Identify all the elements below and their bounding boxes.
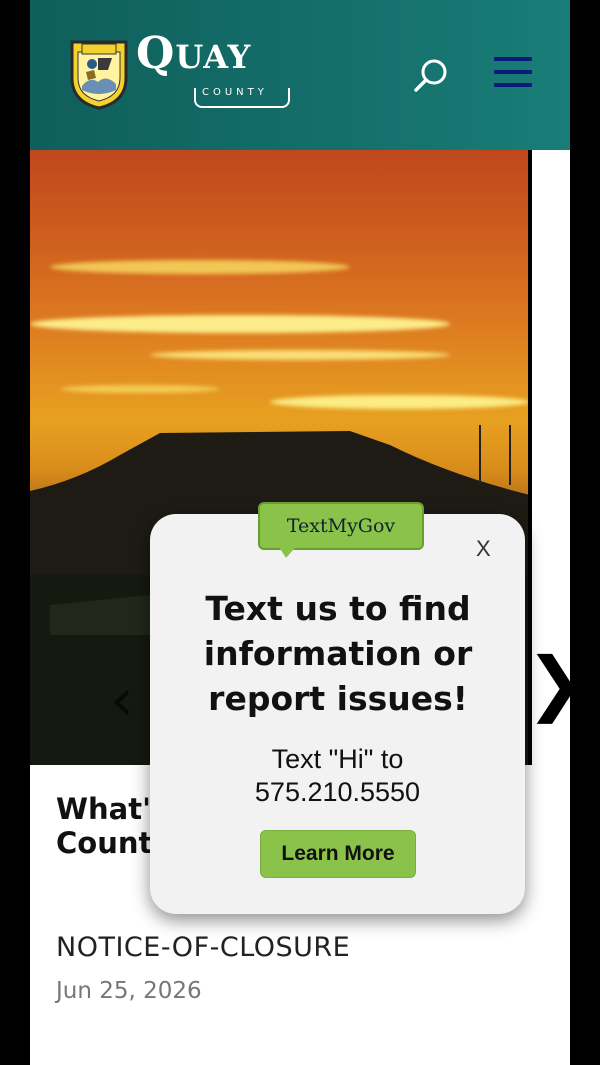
site-header: QUAY COUNTY [30, 0, 570, 150]
slider-prev-arrow[interactable]: ‹ [110, 670, 134, 730]
hamburger-menu-icon [494, 70, 532, 74]
popup-instruction: Text "Hi" to [271, 744, 404, 774]
speech-bubble-tail-icon [276, 542, 300, 558]
hamburger-menu-icon [494, 83, 532, 87]
popup-headline: Text us to find information or report is… [203, 589, 473, 718]
hamburger-menu-icon [494, 57, 532, 61]
learn-more-button[interactable]: Learn More [260, 830, 416, 878]
search-button[interactable] [412, 56, 452, 96]
county-seal-icon [70, 40, 128, 110]
menu-button[interactable] [494, 57, 534, 89]
quay-county-logo[interactable]: QUAY COUNTY [68, 28, 290, 116]
close-popup-button[interactable]: X [476, 536, 491, 562]
logo-subline: COUNTY [194, 87, 290, 108]
search-icon [414, 59, 447, 92]
textmygov-popup: TextMyGov X Text us to find information … [150, 502, 525, 914]
post-date: Jun 25, 2026 [56, 978, 202, 1004]
popup-phone-number[interactable]: 575.210.5550 [150, 777, 525, 808]
slider-next-arrow[interactable]: ❯ [526, 648, 570, 718]
post-title-link[interactable]: NOTICE-OF-CLOSURE [56, 932, 350, 963]
logo-wordmark: QUAY [136, 28, 252, 79]
